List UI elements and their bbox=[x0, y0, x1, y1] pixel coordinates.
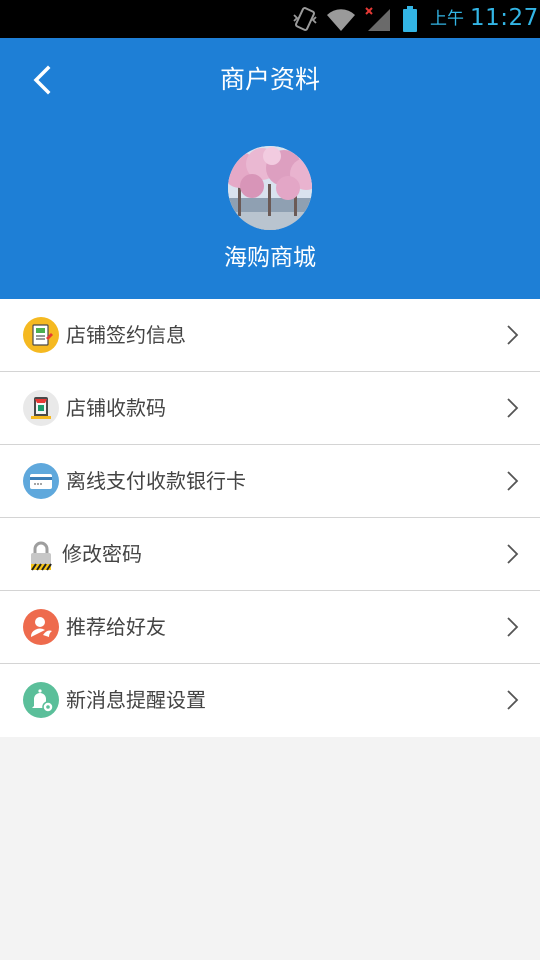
shop-name: 海购商城 bbox=[224, 245, 316, 271]
profile-header: 商户资料 海购商城 bbox=[0, 38, 540, 299]
menu-item-contract-info[interactable]: 店铺签约信息 bbox=[0, 299, 540, 372]
menu-item-label: 店铺签约信息 bbox=[66, 323, 186, 347]
status-time: 11:27 bbox=[470, 5, 539, 31]
wifi-icon bbox=[327, 9, 355, 31]
menu-item-shop-qrcode[interactable]: 店铺收款码 bbox=[0, 372, 540, 445]
menu-item-change-password[interactable]: 修改密码 bbox=[0, 518, 540, 591]
status-bar: 上午 11:27 bbox=[0, 0, 540, 38]
menu-item-label: 离线支付收款银行卡 bbox=[66, 469, 246, 493]
notification-bell-icon bbox=[23, 682, 59, 718]
chevron-right-icon bbox=[507, 690, 519, 710]
chevron-right-icon bbox=[507, 325, 519, 345]
shop-qrcode-icon bbox=[23, 390, 59, 426]
chevron-right-icon bbox=[507, 617, 519, 637]
chevron-right-icon bbox=[507, 544, 519, 564]
avatar[interactable] bbox=[228, 146, 312, 230]
menu-item-label: 修改密码 bbox=[62, 542, 142, 566]
menu-item-bank-card[interactable]: 离线支付收款银行卡 bbox=[0, 445, 540, 518]
recommend-friend-icon bbox=[23, 609, 59, 645]
page-title: 商户资料 bbox=[219, 65, 320, 94]
bank-card-icon bbox=[23, 463, 59, 499]
shop-avatar-image bbox=[228, 146, 312, 230]
menu-item-label: 新消息提醒设置 bbox=[66, 688, 206, 712]
chevron-right-icon bbox=[507, 471, 519, 491]
menu-item-label: 店铺收款码 bbox=[66, 396, 166, 420]
chevron-right-icon bbox=[507, 398, 519, 418]
menu-list: 店铺签约信息 店铺收款码 离线支付收款银行卡 修改密码 推荐给好友 新消息提醒设… bbox=[0, 299, 540, 737]
contract-doc-icon bbox=[23, 317, 59, 353]
battery-icon bbox=[403, 6, 417, 32]
lock-icon bbox=[31, 541, 52, 571]
menu-item-recommend-friend[interactable]: 推荐给好友 bbox=[0, 591, 540, 664]
status-ampm: 上午 bbox=[430, 9, 464, 29]
menu-item-label: 推荐给好友 bbox=[66, 615, 166, 639]
menu-item-notification-settings[interactable]: 新消息提醒设置 bbox=[0, 664, 540, 737]
signal-icon bbox=[365, 7, 390, 31]
vibrate-icon bbox=[293, 7, 317, 31]
